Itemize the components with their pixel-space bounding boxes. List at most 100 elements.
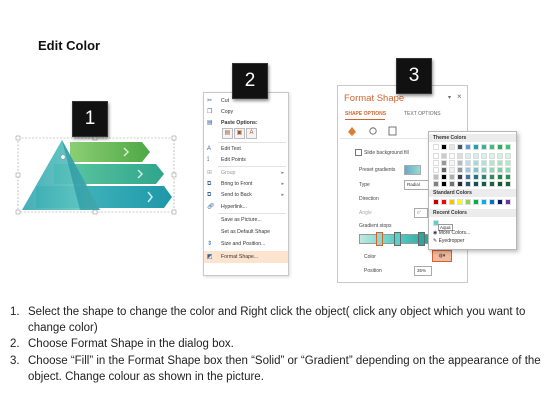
menu-item-save-as-picture[interactable]: Save as Picture... [204,215,288,225]
theme-color-swatch[interactable] [473,181,479,187]
theme-color-swatch[interactable] [497,174,503,180]
color-picker-button[interactable]: ◍▾ [432,250,452,262]
theme-color-swatch[interactable] [433,144,439,150]
size-properties-icon[interactable] [388,126,397,136]
theme-color-swatch[interactable] [505,160,511,166]
theme-color-swatch[interactable] [489,181,495,187]
theme-color-swatch[interactable] [457,181,463,187]
resize-handle[interactable] [92,209,98,215]
standard-color-swatch[interactable] [497,199,503,205]
theme-color-swatch[interactable] [489,174,495,180]
gradient-stop-handle[interactable] [376,232,383,246]
theme-color-swatch[interactable] [481,174,487,180]
resize-handle[interactable] [171,135,177,141]
theme-color-swatch[interactable] [465,167,471,173]
menu-item-send-to-back[interactable]: ⧉ Send to Back ▸ [204,190,288,200]
gradient-stop-handle[interactable] [394,232,401,246]
theme-color-swatch[interactable] [457,174,463,180]
theme-color-swatch[interactable] [497,144,503,150]
theme-color-swatch[interactable] [481,160,487,166]
eyedropper-item[interactable]: ✎ Eyedropper [433,238,464,244]
paste-text-icon[interactable]: A [246,128,257,139]
standard-color-swatch[interactable] [433,199,439,205]
theme-color-swatch[interactable] [441,153,447,159]
theme-color-swatch[interactable] [441,174,447,180]
effects-icon[interactable] [369,127,377,135]
theme-color-swatch[interactable] [505,181,511,187]
checkbox[interactable] [355,149,362,156]
theme-color-swatch[interactable] [481,153,487,159]
theme-color-swatch[interactable] [441,167,447,173]
theme-color-swatch[interactable] [465,144,471,150]
theme-color-swatch[interactable] [465,160,471,166]
ribbon-top[interactable] [70,142,150,162]
resize-handle[interactable] [171,172,177,178]
theme-color-swatch[interactable] [465,181,471,187]
theme-color-swatch[interactable] [441,181,447,187]
standard-color-swatch[interactable] [505,199,511,205]
fill-line-icon[interactable] [348,127,356,136]
standard-color-swatch[interactable] [449,199,455,205]
theme-color-swatch[interactable] [505,144,511,150]
theme-color-swatch[interactable] [449,153,455,159]
menu-item-bring-to-front[interactable]: ⧉ Bring to Front ▸ [204,179,288,189]
theme-color-swatch[interactable] [489,167,495,173]
theme-color-swatch[interactable] [497,153,503,159]
menu-item-copy[interactable]: ❐ Copy [204,107,288,117]
paste-keep-icon[interactable]: ▤ [222,128,233,139]
theme-color-swatch[interactable] [457,144,463,150]
theme-color-swatch[interactable] [457,167,463,173]
theme-color-swatch[interactable] [433,160,439,166]
menu-item-size-position[interactable]: ⇕ Size and Position... [204,239,288,249]
menu-item-set-default-shape[interactable]: Set as Default Shape [204,227,288,237]
angle-input[interactable]: 0° [414,208,428,218]
resize-handle[interactable] [15,172,21,178]
menu-item-format-shape[interactable]: ◩ Format Shape... [204,251,288,263]
standard-color-swatch[interactable] [465,199,471,205]
paste-picture-icon[interactable]: ▣ [234,128,245,139]
theme-color-swatch[interactable] [473,160,479,166]
pane-options-chevron-icon[interactable]: ▾ [448,94,451,101]
theme-color-swatch[interactable] [449,160,455,166]
theme-color-swatch[interactable] [449,174,455,180]
slide-bg-fill-row[interactable]: Slide background fill [355,149,409,156]
type-dropdown[interactable]: Radial [404,180,429,190]
close-icon[interactable]: × [457,92,462,101]
standard-color-swatch[interactable] [489,199,495,205]
theme-color-swatch[interactable] [481,167,487,173]
theme-color-swatch[interactable] [489,144,495,150]
standard-color-swatch[interactable] [457,199,463,205]
theme-color-swatch[interactable] [473,167,479,173]
menu-item-group[interactable]: ⊞ Group ▸ [204,168,288,178]
theme-color-swatch[interactable] [449,181,455,187]
theme-color-swatch[interactable] [449,144,455,150]
theme-color-swatch[interactable] [433,167,439,173]
more-colors-item[interactable]: ◉ More Colors... [433,230,470,236]
theme-color-swatch[interactable] [441,144,447,150]
theme-color-swatch[interactable] [433,174,439,180]
resize-handle[interactable] [15,209,21,215]
theme-color-swatch[interactable] [433,153,439,159]
theme-color-swatch[interactable] [481,144,487,150]
menu-item-edit-points[interactable]: ⟟ Edit Points [204,155,288,165]
theme-color-swatch[interactable] [473,153,479,159]
theme-color-swatch[interactable] [465,153,471,159]
theme-color-swatch[interactable] [473,174,479,180]
theme-color-swatch[interactable] [489,160,495,166]
sample-pyramid-shape[interactable] [14,130,184,220]
theme-color-swatch[interactable] [433,181,439,187]
theme-color-swatch[interactable] [473,144,479,150]
theme-color-swatch[interactable] [497,160,503,166]
theme-color-swatch[interactable] [457,153,463,159]
tab-text-options[interactable]: TEXT OPTIONS [404,111,441,117]
resize-handle[interactable] [171,209,177,215]
theme-color-swatch[interactable] [497,167,503,173]
rotate-handle[interactable] [60,154,66,160]
theme-color-swatch[interactable] [505,174,511,180]
theme-color-swatch[interactable] [489,153,495,159]
preset-gradients-dropdown[interactable] [404,165,421,175]
tab-shape-options[interactable]: SHAPE OPTIONS [345,111,386,117]
standard-color-swatch[interactable] [441,199,447,205]
standard-color-swatch[interactable] [473,199,479,205]
theme-color-swatch[interactable] [441,160,447,166]
